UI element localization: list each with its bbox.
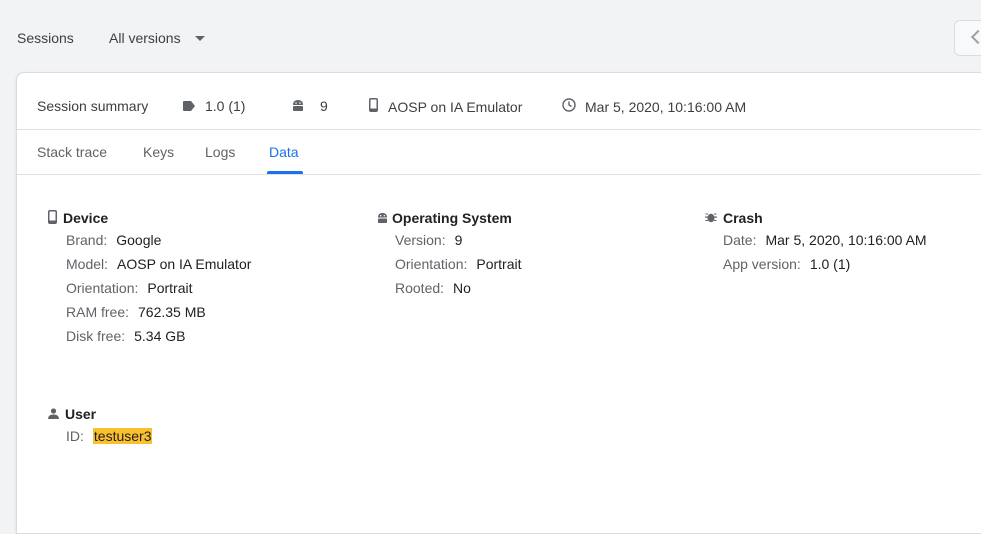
tab-bar: Stack trace Keys Logs Data [17, 130, 981, 175]
user-section-title: User [48, 404, 152, 424]
user-section: User ID: testuser3 [48, 404, 153, 448]
sessions-link[interactable]: Sessions [17, 30, 74, 46]
session-card: Session summary 1.0 (1) 9 AOSP on IA Emu… [16, 72, 981, 534]
phone-icon [369, 98, 378, 115]
device-section: Device Brand: Google Model: AOSP on IA Emu… [48, 208, 251, 348]
session-summary-title: Session summary [37, 98, 149, 114]
phone-icon [48, 209, 57, 227]
os-version-row: Version: 9 [395, 232, 463, 248]
android-icon [377, 210, 388, 226]
os-section-title: Operating System [377, 208, 522, 228]
tab-keys[interactable]: Keys [143, 144, 174, 160]
android-icon [292, 98, 304, 114]
versions-dropdown[interactable]: All versions [109, 30, 205, 46]
summary-api-level-text: 9 [320, 98, 328, 114]
os-orientation-row: Orientation: Portrait [395, 256, 522, 272]
device-brand-row: Brand: Google [66, 232, 162, 248]
tab-logs[interactable]: Logs [205, 144, 235, 160]
summary-version-text: 1.0 (1) [205, 98, 246, 114]
summary-api-level: 9 [292, 98, 328, 114]
device-ram-row: RAM free: 762.35 MB [66, 304, 206, 320]
tab-data[interactable]: Data [269, 144, 299, 160]
summary-datetime-text: Mar 5, 2020, 10:16:00 AM [585, 98, 747, 115]
session-summary-bar: Session summary 1.0 (1) 9 AOSP on IA Emu… [17, 73, 981, 130]
label-tag-icon [183, 98, 195, 114]
device-orientation-row: Orientation: Portrait [66, 280, 193, 296]
top-bar: Sessions All versions [0, 0, 981, 72]
os-rooted-row: Rooted: No [395, 280, 471, 296]
active-tab-indicator [267, 171, 303, 174]
user-id-value: testuser3 [92, 428, 153, 444]
crash-date-row: Date: Mar 5, 2020, 10:16:00 AM [723, 232, 927, 248]
summary-version: 1.0 (1) [183, 98, 245, 114]
summary-device-text: AOSP on IA Emulator [388, 98, 523, 115]
crash-section: Crash Date: Mar 5, 2020, 10:16:00 AM App … [705, 208, 927, 276]
previous-button[interactable] [954, 20, 981, 56]
device-section-title: Device [48, 208, 251, 228]
chevron-down-icon [194, 35, 205, 41]
bug-icon [705, 210, 717, 226]
os-section: Operating System Version: 9 Orientation: P… [377, 208, 522, 300]
person-icon [48, 406, 59, 422]
summary-device: AOSP on IA Emulator [369, 98, 522, 115]
summary-datetime: Mar 5, 2020, 10:16:00 AM [562, 98, 746, 115]
versions-dropdown-label: All versions [109, 30, 181, 46]
device-model-row: Model: AOSP on IA Emulator [66, 256, 252, 272]
crash-section-title: Crash [705, 208, 927, 228]
crash-app-version-row: App version: 1.0 (1) [723, 256, 851, 272]
device-disk-row: Disk free: 5.34 GB [66, 328, 186, 344]
clock-icon [562, 98, 576, 115]
tab-stack-trace[interactable]: Stack trace [37, 144, 107, 160]
chevron-left-icon [970, 29, 981, 45]
user-id-row: ID: testuser3 [66, 428, 153, 444]
